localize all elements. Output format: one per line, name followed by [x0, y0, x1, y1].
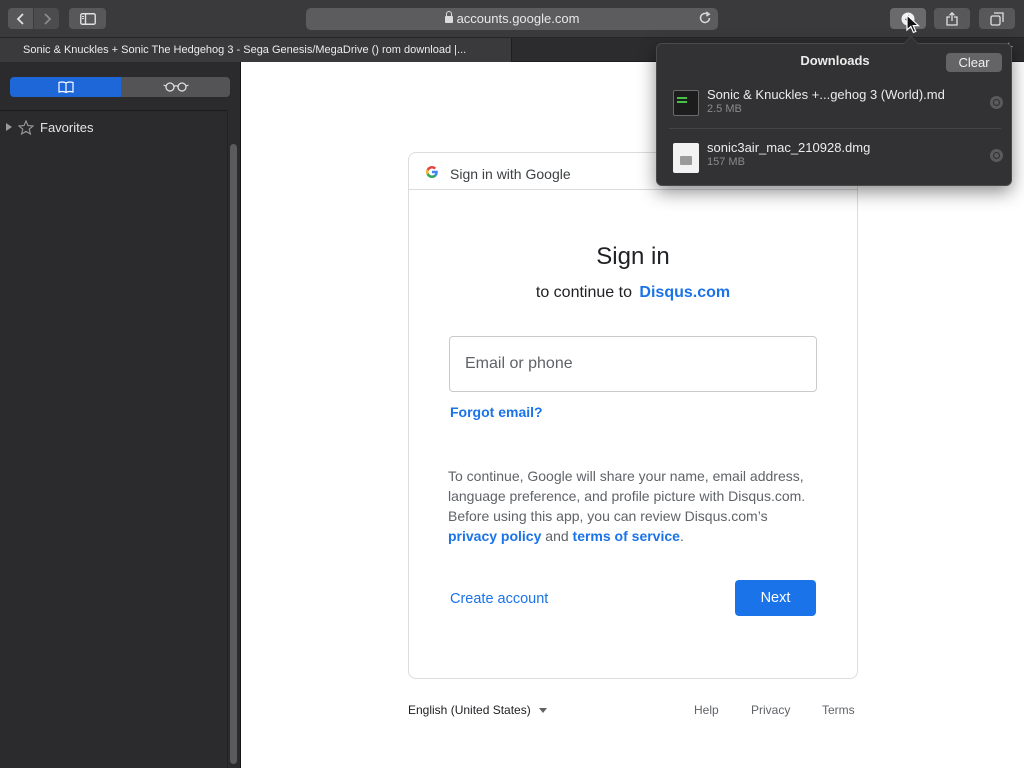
forward-button[interactable]: [34, 8, 59, 29]
sidebar-scroll-thumb[interactable]: [230, 144, 237, 764]
glasses-icon: [162, 82, 189, 92]
language-label: English (United States): [408, 703, 531, 717]
share-icon: [946, 11, 958, 26]
bookmarks-sidebar: Favorites: [0, 62, 241, 768]
star-icon: [18, 119, 34, 135]
sidebar-toggle-button[interactable]: [69, 8, 106, 29]
download-item[interactable]: Sonic & Knuckles +...gehog 3 (World).md …: [657, 80, 1013, 132]
sidebar-item-favorites[interactable]: Favorites: [6, 117, 93, 137]
clear-downloads-button[interactable]: Clear: [946, 53, 1002, 72]
footer-help-link[interactable]: Help: [694, 703, 719, 717]
share-button[interactable]: [934, 8, 970, 29]
reveal-in-finder-icon[interactable]: [990, 149, 1003, 162]
downloads-popover: Downloads Clear Sonic & Knuckles +...geh…: [656, 43, 1012, 186]
caret-down-icon: [538, 707, 547, 713]
download-size: 157 MB: [707, 156, 745, 168]
reading-list-tab[interactable]: [121, 77, 230, 97]
consent-body: To continue, Google will share your name…: [448, 468, 806, 524]
address-bar[interactable]: accounts.google.com: [306, 8, 718, 30]
downloads-separator: [669, 128, 1001, 129]
signin-header-text: Sign in with Google: [450, 166, 571, 182]
create-account-button[interactable]: Create account: [450, 591, 548, 607]
sidebar-icon: [79, 12, 96, 25]
sidebar-divider: [0, 110, 227, 111]
site-link[interactable]: Disqus.com: [639, 284, 730, 301]
mouse-cursor-icon: [906, 14, 920, 34]
favorites-label: Favorites: [40, 119, 94, 135]
google-g-icon: [426, 166, 438, 178]
terms-of-service-link[interactable]: terms of service: [573, 528, 680, 544]
reveal-in-finder-icon[interactable]: [990, 96, 1003, 109]
signin-subtitle: to continue to Disqus.com: [409, 284, 857, 302]
disk-image-icon: [673, 143, 699, 173]
chevron-right-icon: [43, 12, 51, 25]
terminal-file-icon: [673, 90, 699, 116]
lock-icon: [444, 11, 453, 23]
footer-privacy-link[interactable]: Privacy: [751, 703, 790, 717]
bookmarks-tab[interactable]: [10, 77, 121, 97]
chevron-left-icon: [16, 12, 24, 25]
tabs-icon: [990, 11, 1004, 26]
page-title: Sign in: [596, 243, 670, 270]
disclosure-triangle-icon[interactable]: [6, 123, 12, 131]
consent-period: .: [679, 528, 684, 544]
book-icon: [57, 81, 74, 93]
reload-icon[interactable]: [698, 11, 712, 25]
download-name: sonic3air_mac_210928.dmg: [707, 140, 871, 155]
subtitle-prefix: to continue to: [535, 284, 632, 301]
footer-terms-link[interactable]: Terms: [822, 703, 855, 717]
download-name: Sonic & Knuckles +...gehog 3 (World).md: [707, 87, 945, 102]
email-placeholder: Email or phone: [465, 355, 573, 372]
next-button[interactable]: Next: [735, 580, 816, 616]
address-text: accounts.google.com: [456, 11, 580, 26]
tab-overview-button[interactable]: [979, 8, 1015, 29]
popover-arrow-fill: [904, 37, 918, 44]
email-field[interactable]: Email or phone: [449, 336, 817, 392]
download-item[interactable]: sonic3air_mac_210928.dmg 157 MB: [657, 133, 1013, 185]
address-display: accounts.google.com: [306, 11, 718, 26]
tab-active[interactable]: Sonic & Knuckles + Sonic The Hedgehog 3 …: [0, 38, 512, 62]
sidebar-segmented-control: [10, 77, 230, 97]
back-button[interactable]: [8, 8, 33, 29]
download-size: 2.5 MB: [707, 103, 742, 115]
privacy-policy-link[interactable]: privacy policy: [448, 528, 541, 544]
consent-text: To continue, Google will share your name…: [448, 466, 820, 546]
language-selector[interactable]: English (United States): [408, 703, 547, 717]
forgot-email-link[interactable]: Forgot email?: [450, 404, 543, 420]
browser-toolbar: accounts.google.com: [0, 0, 1024, 38]
signin-card: Sign in with Google Sign in to continue …: [408, 152, 858, 679]
consent-and: and: [545, 528, 569, 544]
